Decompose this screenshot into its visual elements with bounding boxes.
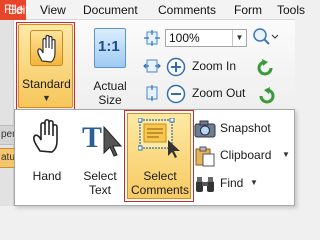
find-button[interactable]: Find ▼ — [194, 173, 264, 195]
zoom-in-icon — [166, 57, 186, 80]
select-comments-highlight — [124, 110, 194, 202]
hand-tool-icon — [30, 117, 64, 158]
chevron-down-icon: ▼ — [250, 178, 258, 187]
zoom-out-icon — [166, 84, 186, 107]
rotate-right-icon[interactable] — [256, 86, 276, 109]
clipboard-button[interactable]: Clipboard ▼ — [194, 145, 292, 167]
zoom-out-label: Zoom Out — [192, 86, 246, 100]
select-text-label-line2: Text — [88, 183, 111, 197]
menu-view[interactable]: View — [40, 2, 66, 18]
hand-tool-label: Hand — [32, 169, 62, 183]
zoom-out-button[interactable]: Zoom Out — [166, 84, 256, 104]
camera-icon — [194, 120, 216, 141]
chevron-down-icon: ▼ — [232, 30, 246, 46]
left-panel-strip: perti ature — [0, 20, 24, 206]
snapshot-button[interactable]: Snapshot — [194, 118, 289, 140]
rotate-left-icon[interactable] — [256, 58, 276, 81]
menu-tools[interactable]: Tools — [277, 2, 305, 18]
svg-text:T: T — [82, 121, 102, 154]
zoom-in-button[interactable]: Zoom In — [166, 57, 256, 77]
hand-tool-button[interactable]: Hand — [22, 113, 72, 199]
fit-width-icon[interactable] — [143, 57, 161, 78]
fit-page-icon[interactable] — [143, 29, 161, 50]
menu-bar: File Edit View Document Comments Form To… — [0, 0, 305, 20]
select-text-icon: T — [80, 117, 123, 160]
actual-size-label: Actual Size — [85, 79, 135, 107]
clipboard-label: Clipboard — [220, 148, 272, 162]
clipboard-icon — [194, 145, 216, 170]
chevron-down-icon: ▼ — [282, 150, 290, 159]
snapshot-label: Snapshot — [220, 121, 271, 135]
menu-form[interactable]: Form — [234, 2, 262, 18]
zoom-in-label: Zoom In — [192, 59, 237, 73]
magnifier-icon[interactable] — [252, 27, 279, 50]
standard-highlight — [16, 22, 75, 110]
binoculars-icon — [194, 173, 216, 198]
zoom-select[interactable]: 100% ▼ — [165, 29, 247, 47]
actual-size-icon-text: 1:1 — [98, 38, 120, 55]
menu-document[interactable]: Document — [83, 2, 138, 18]
find-label: Find — [220, 176, 244, 190]
actual-size-label-line2: Size — [98, 93, 122, 107]
fit-visible-icon[interactable] — [143, 84, 161, 105]
select-text-button[interactable]: T Select Text — [74, 113, 126, 199]
select-text-label-line1: Select — [83, 169, 117, 183]
actual-size-label-line1: Actual — [93, 79, 127, 93]
menu-comments[interactable]: Comments — [158, 2, 216, 18]
zoom-value: 100% — [169, 31, 200, 45]
menu-edit[interactable]: Edit — [8, 2, 29, 18]
select-text-label: Select Text — [74, 169, 126, 197]
actual-size-button[interactable]: 1:1 Actual Size — [85, 28, 135, 108]
actual-size-icon: 1:1 — [94, 28, 126, 68]
